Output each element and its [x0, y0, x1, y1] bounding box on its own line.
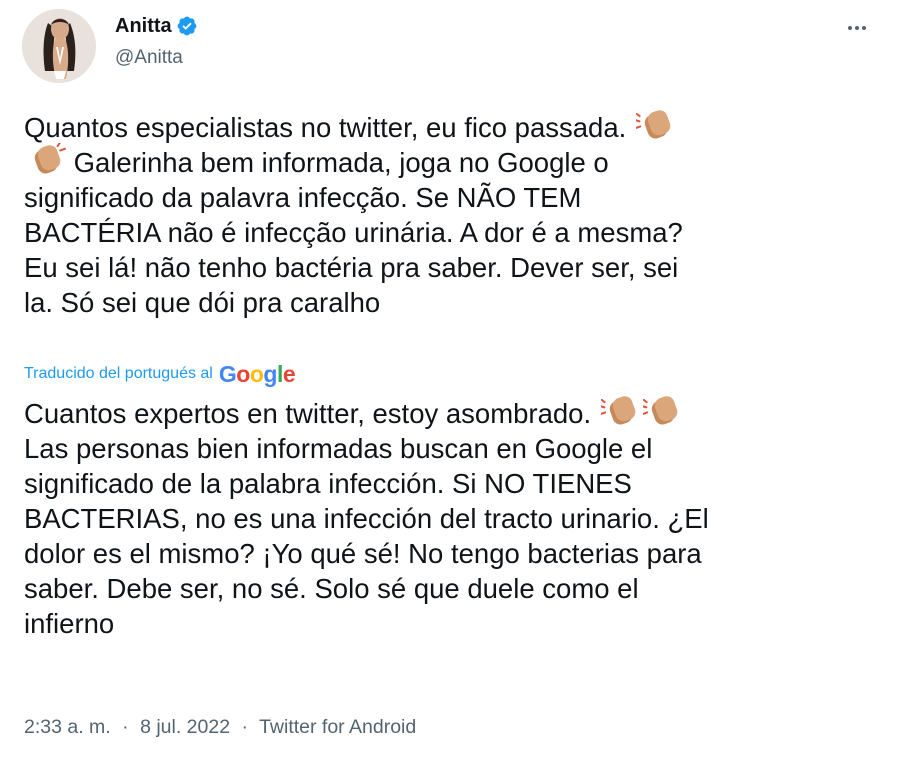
clapping-hands-icon [24, 143, 66, 180]
text-line: dolor es el mismo? ¡Yo qué sé! No tengo … [24, 538, 702, 569]
text-line: Cuantos expertos en twitter, estoy asomb… [24, 396, 874, 431]
tweet-date[interactable]: 8 jul. 2022 [140, 716, 230, 738]
text-line: saber. Debe ser, no sé. Solo sé que duel… [24, 573, 639, 604]
more-options-button[interactable] [840, 18, 874, 38]
text-line: Galerinha bem informada, joga no Google … [24, 143, 874, 180]
text-line: Las personas bien informadas buscan en G… [24, 433, 653, 464]
text-line: la. Só sei que dói pra caralho [24, 287, 381, 318]
tweet-time[interactable]: 2:33 a. m. [24, 716, 111, 738]
text-line: BACTERIAS, no es una infección del tract… [24, 503, 709, 534]
more-horizontal-icon [848, 26, 852, 30]
clapping-hands-icon [599, 396, 641, 431]
author-name-row[interactable]: Anitta [115, 12, 198, 40]
text-line: significado de la palabra infección. Si … [24, 468, 632, 499]
clapping-hands-icon [634, 110, 676, 145]
separator: · [122, 716, 129, 738]
tweet-translated-text: Cuantos expertos en twitter, estoy asomb… [24, 396, 874, 641]
translation-label: Traducido del portugués al [24, 365, 213, 382]
tweet-source-link[interactable]: Twitter for Android [259, 716, 416, 738]
translation-attribution-link[interactable]: Traducido del portugués al Google [24, 360, 296, 388]
more-horizontal-icon [862, 26, 866, 30]
google-logo: Google [218, 361, 296, 387]
author-name[interactable]: Anitta [115, 12, 172, 40]
author-handle[interactable]: @Anitta [115, 45, 183, 71]
tweet-original-text: Quantos especialistas no twitter, eu fic… [24, 110, 874, 320]
tweet-card: Anitta @Anitta Quantos especialistas no … [0, 0, 899, 762]
avatar-image [22, 9, 96, 83]
separator: · [241, 716, 248, 738]
verified-badge-icon [176, 15, 198, 37]
text-line: infierno [24, 608, 115, 639]
text-line: significado da palavra infecção. Se NÃO … [24, 182, 582, 213]
text-line: BACTÉRIA não é infecção urinária. A dor … [24, 217, 683, 248]
text-line: Quantos especialistas no twitter, eu fic… [24, 110, 874, 145]
text-line: Eu sei lá! não tenho bactéria pra saber.… [24, 252, 679, 283]
more-horizontal-icon [855, 26, 859, 30]
tweet-metadata: 2:33 a. m. · 8 jul. 2022 · Twitter for A… [24, 713, 416, 741]
avatar[interactable] [22, 9, 96, 83]
clapping-hands-icon [641, 396, 683, 431]
